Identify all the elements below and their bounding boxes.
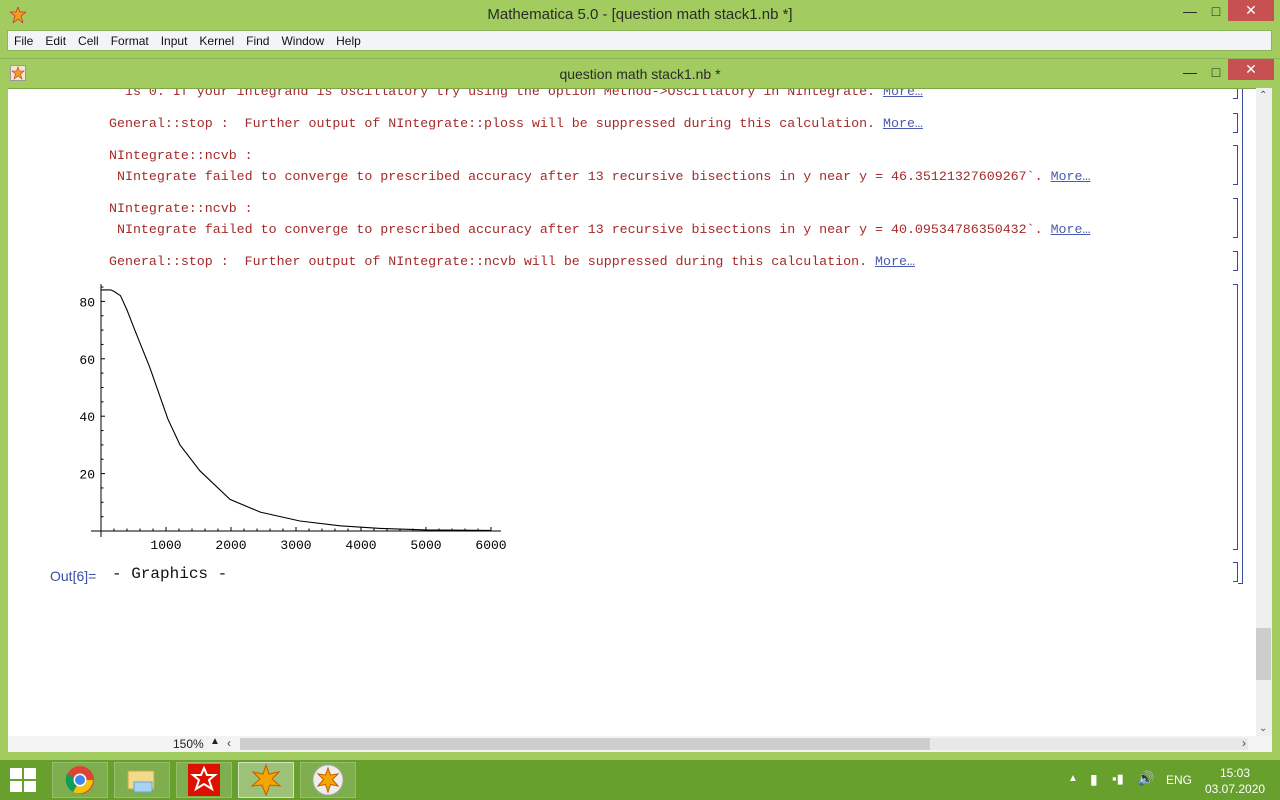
vertical-scrollbar[interactable]: ⌃ ⌄ xyxy=(1256,88,1272,736)
notebook-content[interactable]: is 0. If your integrand is oscillatory t… xyxy=(8,88,1256,736)
plot-graphic: 1000 2000 3000 4000 5000 6000 20 40 60 80 xyxy=(79,284,507,553)
menubar: File Edit Cell Format Input Kernel Find … xyxy=(7,30,1272,51)
close-button[interactable]: ✕ xyxy=(1228,0,1274,21)
x-tick-label: 3000 xyxy=(280,538,311,553)
graphics-output: - Graphics - xyxy=(112,565,228,583)
close-icon: ✕ xyxy=(1245,2,1257,18)
clock-time: 15:03 xyxy=(1219,766,1251,780)
minimize-button[interactable]: — xyxy=(1178,0,1202,21)
menu-format[interactable]: Format xyxy=(105,34,155,48)
taskbar: ▲ ▮ ▪▮ 🔊 ENG 15:03 03.07.2020 xyxy=(0,760,1280,800)
menu-edit[interactable]: Edit xyxy=(39,34,72,48)
scroll-left-icon[interactable]: ‹ xyxy=(227,736,231,750)
minimize-icon: — xyxy=(1183,2,1197,19)
menu-file[interactable]: File xyxy=(8,34,39,48)
taskbar-mathematica[interactable] xyxy=(238,762,294,798)
mathematica-kernel-icon xyxy=(312,764,344,796)
zoom-up-icon[interactable]: ▲ xyxy=(210,736,220,747)
network-signal-icon[interactable]: ▪▮ xyxy=(1112,771,1124,787)
doc-minimize-button[interactable]: — xyxy=(1178,61,1202,82)
folder-icon xyxy=(127,770,155,793)
menu-help[interactable]: Help xyxy=(330,34,367,48)
more-link[interactable]: More… xyxy=(1051,222,1091,237)
taskbar-mathematica-kernel[interactable] xyxy=(300,762,356,798)
language-indicator[interactable]: ENG xyxy=(1166,773,1192,787)
taskbar-file-explorer[interactable] xyxy=(114,762,170,798)
document-titlebar: question math stack1.nb * — □ ✕ xyxy=(0,58,1280,88)
clock-date: 03.07.2020 xyxy=(1205,782,1266,796)
document-title: question math stack1.nb * xyxy=(559,66,721,82)
taskbar-chrome[interactable] xyxy=(52,762,108,798)
scroll-down-icon[interactable]: ⌄ xyxy=(1259,723,1267,734)
y-tick-label: 20 xyxy=(79,468,95,483)
more-link[interactable]: More… xyxy=(875,254,915,269)
doc-maximize-button[interactable]: □ xyxy=(1204,61,1228,82)
y-tick-label: 60 xyxy=(79,353,95,368)
mathematica-icon xyxy=(250,764,282,796)
x-tick-label: 6000 xyxy=(475,538,506,553)
scroll-right-icon[interactable]: › xyxy=(1242,736,1246,750)
x-tick-label: 5000 xyxy=(410,538,441,553)
battery-icon[interactable]: ▮ xyxy=(1090,771,1098,788)
vertical-scroll-thumb[interactable] xyxy=(1256,628,1271,680)
doc-close-button[interactable]: ✕ xyxy=(1228,59,1274,80)
more-link[interactable]: More… xyxy=(1051,169,1091,184)
output-label: Out[6]= xyxy=(50,568,97,584)
close-icon: ✕ xyxy=(1245,61,1257,77)
y-tick-label: 40 xyxy=(79,410,95,425)
x-tick-label: 2000 xyxy=(215,538,246,553)
app-title: Mathematica 5.0 - [question math stack1.… xyxy=(487,6,793,23)
menu-input[interactable]: Input xyxy=(155,34,194,48)
chrome-icon xyxy=(65,766,94,794)
app-titlebar: Mathematica 5.0 - [question math stack1.… xyxy=(0,0,1280,30)
horizontal-scroll-thumb[interactable] xyxy=(240,738,930,750)
horizontal-scrollbar[interactable] xyxy=(240,738,1248,750)
x-tick-label: 1000 xyxy=(150,538,181,553)
scroll-up-icon[interactable]: ⌃ xyxy=(1259,90,1267,101)
group-bracket[interactable] xyxy=(1238,89,1243,584)
series-line xyxy=(101,289,492,531)
minimize-icon: — xyxy=(1183,63,1197,80)
maximize-icon: □ xyxy=(1211,63,1221,80)
show-hidden-icons[interactable]: ▲ xyxy=(1068,773,1078,784)
x-tick-label: 4000 xyxy=(345,538,376,553)
volume-icon[interactable]: 🔊 xyxy=(1137,770,1154,787)
status-bar: 150% ▲ ‹ › xyxy=(8,736,1272,752)
windows-start-button[interactable] xyxy=(10,768,36,797)
more-link[interactable]: More… xyxy=(883,116,923,131)
maximize-icon: □ xyxy=(1211,2,1221,19)
maximize-button[interactable]: □ xyxy=(1204,0,1228,21)
menu-kernel[interactable]: Kernel xyxy=(193,34,240,48)
menu-window[interactable]: Window xyxy=(275,34,330,48)
clock[interactable]: 15:03 03.07.2020 xyxy=(1205,765,1265,797)
more-link[interactable]: More… xyxy=(883,89,923,99)
windows-icon xyxy=(10,768,36,792)
menu-find[interactable]: Find xyxy=(240,34,275,48)
menu-cell[interactable]: Cell xyxy=(72,34,105,48)
taskbar-wolfram[interactable] xyxy=(176,762,232,798)
zoom-level[interactable]: 150% xyxy=(173,737,204,751)
wolfram-icon xyxy=(188,764,220,796)
y-tick-label: 80 xyxy=(79,295,95,310)
